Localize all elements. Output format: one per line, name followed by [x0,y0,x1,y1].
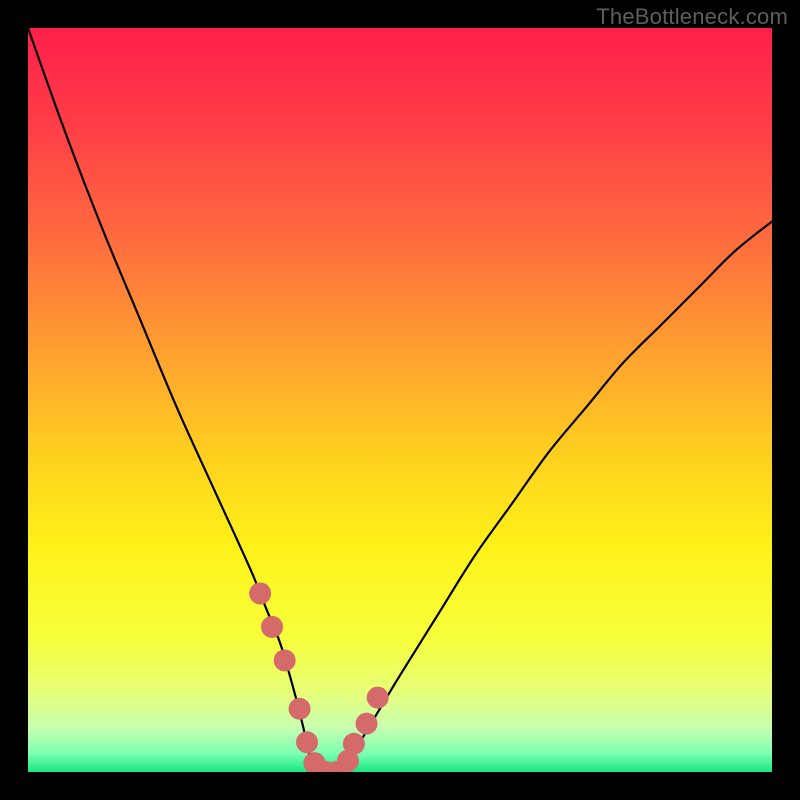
chart-frame: TheBottleneck.com [0,0,800,800]
highlight-point [356,713,378,735]
highlight-point [367,687,389,709]
highlight-point [289,698,311,720]
highlight-point [249,582,271,604]
highlight-point [296,731,318,753]
highlight-markers [249,582,389,772]
highlight-point [343,733,365,755]
highlight-point [261,616,283,638]
watermark-text: TheBottleneck.com [596,4,788,30]
curve-layer [28,28,772,772]
plot-area [28,28,772,772]
highlight-point [274,649,296,671]
bottleneck-curve [28,28,772,772]
